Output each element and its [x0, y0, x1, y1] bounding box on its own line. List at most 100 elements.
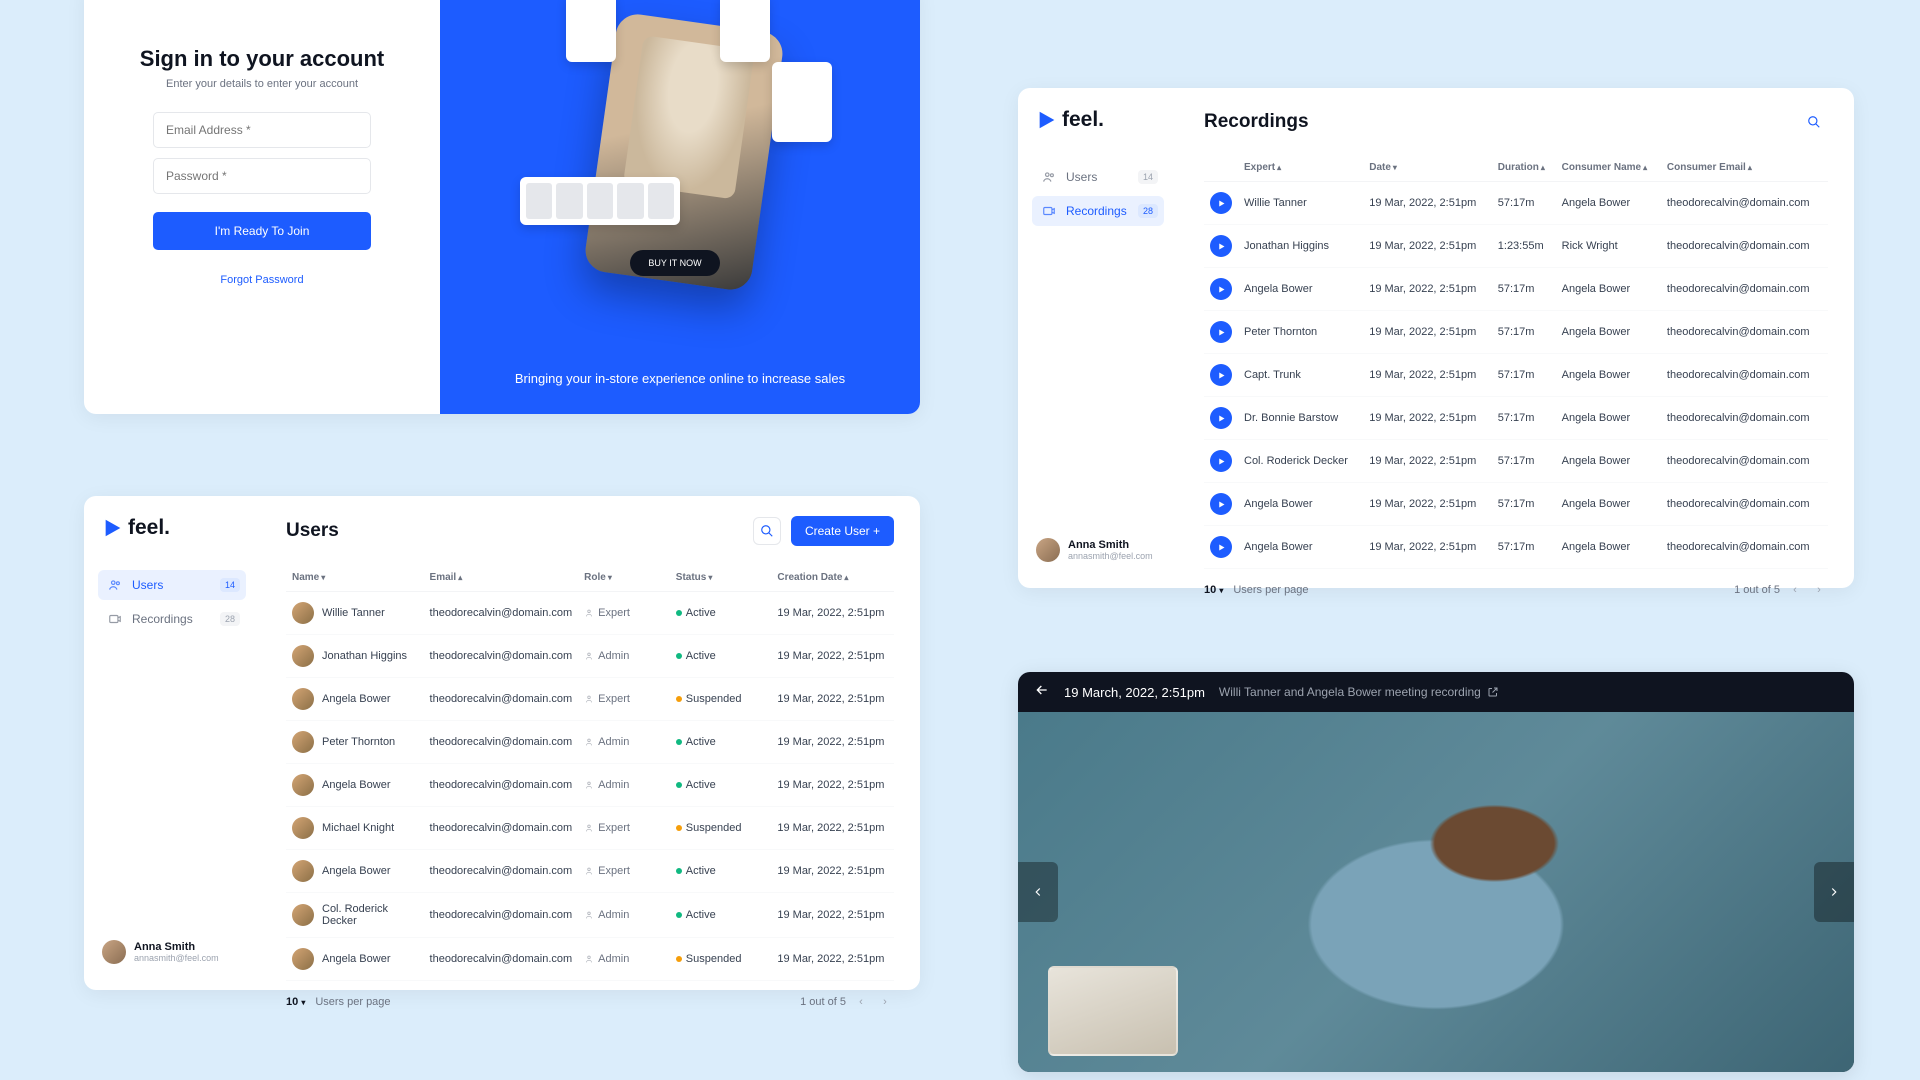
play-button[interactable] — [1210, 192, 1232, 214]
expert-cell: Willie Tanner — [1238, 182, 1363, 225]
table-row[interactable]: Angela Bower theodorecalvin@domain.com E… — [286, 678, 894, 721]
table-row[interactable]: Michael Knight theodorecalvin@domain.com… — [286, 807, 894, 850]
password-input[interactable] — [153, 158, 371, 194]
col-consumer-name[interactable]: Consumer Name▴ — [1556, 154, 1661, 182]
table-row[interactable]: Angela Bower theodorecalvin@domain.com E… — [286, 850, 894, 893]
consumer-cell: Angela Bower — [1556, 440, 1661, 483]
sidebar-item-users[interactable]: Users 14 — [98, 570, 246, 600]
role-cell: Expert — [584, 865, 664, 877]
play-icon — [1217, 371, 1226, 380]
video-content — [1143, 730, 1728, 1054]
play-button[interactable] — [1210, 407, 1232, 429]
consumer-email-cell: theodorecalvin@domain.com — [1661, 397, 1828, 440]
avatar — [292, 645, 314, 667]
external-link-icon[interactable] — [1487, 686, 1499, 698]
table-row[interactable]: Peter Thornton 19 Mar, 2022, 2:51pm 57:1… — [1204, 311, 1828, 354]
person-icon — [584, 651, 594, 661]
expert-cell: Angela Bower — [1238, 483, 1363, 526]
email-cell: theodorecalvin@domain.com — [424, 635, 579, 678]
avatar — [102, 940, 126, 964]
page-title: Recordings — [1204, 111, 1309, 133]
table-row[interactable]: Angela Bower 19 Mar, 2022, 2:51pm 57:17m… — [1204, 483, 1828, 526]
play-button[interactable] — [1210, 364, 1232, 386]
prev-page-button[interactable]: ‹ — [1786, 581, 1804, 599]
user-name-cell: Angela Bower — [322, 693, 391, 705]
next-page-button[interactable]: › — [876, 993, 894, 1011]
col-consumer-email[interactable]: Consumer Email▴ — [1661, 154, 1828, 182]
sidebar-item-recordings[interactable]: Recordings 28 — [98, 604, 246, 634]
signin-button[interactable]: I'm Ready To Join — [153, 212, 371, 250]
forgot-password-link[interactable]: Forgot Password — [220, 274, 303, 286]
search-button[interactable] — [1800, 108, 1828, 136]
play-button[interactable] — [1210, 278, 1232, 300]
video-area[interactable] — [1018, 712, 1854, 1072]
table-row[interactable]: Col. Roderick Decker theodorecalvin@doma… — [286, 893, 894, 938]
back-button[interactable] — [1034, 682, 1050, 703]
user-footer[interactable]: Anna Smith annasmith@feel.com — [1032, 532, 1164, 568]
person-icon — [584, 694, 594, 704]
consumer-email-cell: theodorecalvin@domain.com — [1661, 483, 1828, 526]
play-button[interactable] — [1210, 493, 1232, 515]
create-user-button[interactable]: Create User + — [791, 516, 894, 546]
table-row[interactable]: Willie Tanner 19 Mar, 2022, 2:51pm 57:17… — [1204, 182, 1828, 225]
sidebar-item-recordings[interactable]: Recordings 28 — [1032, 196, 1164, 226]
table-row[interactable]: Jonathan Higgins 19 Mar, 2022, 2:51pm 1:… — [1204, 225, 1828, 268]
date-cell: 19 Mar, 2022, 2:51pm — [771, 938, 894, 981]
users-card: feel. Users 14 Recordings 28 Anna Smith … — [84, 496, 920, 990]
date-cell: 19 Mar, 2022, 2:51pm — [771, 678, 894, 721]
play-button[interactable] — [1210, 450, 1232, 472]
search-button[interactable] — [753, 517, 781, 545]
sidebar-item-users[interactable]: Users 14 — [1032, 162, 1164, 192]
col-duration[interactable]: Duration▴ — [1492, 154, 1556, 182]
date-cell: 19 Mar, 2022, 2:51pm — [1363, 311, 1492, 354]
play-button[interactable] — [1210, 321, 1232, 343]
col-name[interactable]: Name▾ — [286, 564, 424, 592]
status-cell: Active — [670, 764, 772, 807]
role-cell: Expert — [584, 693, 664, 705]
col-role[interactable]: Role▾ — [578, 564, 670, 592]
col-date[interactable]: Date▾ — [1363, 154, 1492, 182]
col-status[interactable]: Status▾ — [670, 564, 772, 592]
signin-form: Sign in to your account Enter your detai… — [84, 0, 440, 414]
page-size-select[interactable]: 10 ▾ — [286, 996, 305, 1008]
col-email[interactable]: Email▴ — [424, 564, 579, 592]
prev-recording-button[interactable] — [1018, 862, 1058, 922]
table-row[interactable]: Col. Roderick Decker 19 Mar, 2022, 2:51p… — [1204, 440, 1828, 483]
buy-now-badge: BUY IT NOW — [630, 250, 720, 276]
table-row[interactable]: Angela Bower theodorecalvin@domain.com A… — [286, 764, 894, 807]
duration-cell: 57:17m — [1492, 354, 1556, 397]
status-cell: Active — [670, 592, 772, 635]
next-page-button[interactable]: › — [1810, 581, 1828, 599]
prev-page-button[interactable]: ‹ — [852, 993, 870, 1011]
role-cell: Admin — [584, 736, 664, 748]
picture-in-picture[interactable] — [1048, 966, 1178, 1056]
user-footer[interactable]: Anna Smith annasmith@feel.com — [98, 934, 246, 970]
signin-card: Sign in to your account Enter your detai… — [84, 0, 920, 414]
table-row[interactable]: Willie Tanner theodorecalvin@domain.com … — [286, 592, 894, 635]
recordings-icon — [1042, 204, 1056, 218]
table-row[interactable]: Peter Thornton theodorecalvin@domain.com… — [286, 721, 894, 764]
product-strip — [520, 177, 680, 225]
table-row[interactable]: Dr. Bonnie Barstow 19 Mar, 2022, 2:51pm … — [1204, 397, 1828, 440]
consumer-cell: Angela Bower — [1556, 268, 1661, 311]
user-email: annasmith@feel.com — [1068, 551, 1153, 561]
person-icon — [584, 780, 594, 790]
table-row[interactable]: Angela Bower theodorecalvin@domain.com A… — [286, 938, 894, 981]
col-creation-date[interactable]: Creation Date▴ — [771, 564, 894, 592]
recording-date: 19 March, 2022, 2:51pm — [1064, 685, 1205, 700]
next-recording-button[interactable] — [1814, 862, 1854, 922]
consumer-email-cell: theodorecalvin@domain.com — [1661, 311, 1828, 354]
play-button[interactable] — [1210, 235, 1232, 257]
col-expert[interactable]: Expert▴ — [1238, 154, 1363, 182]
table-row[interactable]: Jonathan Higgins theodorecalvin@domain.c… — [286, 635, 894, 678]
person-icon — [584, 823, 594, 833]
expert-cell: Capt. Trunk — [1238, 354, 1363, 397]
table-row[interactable]: Angela Bower 19 Mar, 2022, 2:51pm 57:17m… — [1204, 526, 1828, 569]
user-name-cell: Peter Thornton — [322, 736, 395, 748]
table-row[interactable]: Angela Bower 19 Mar, 2022, 2:51pm 57:17m… — [1204, 268, 1828, 311]
play-button[interactable] — [1210, 536, 1232, 558]
page-size-select[interactable]: 10 ▾ — [1204, 584, 1223, 596]
email-input[interactable] — [153, 112, 371, 148]
avatar — [292, 688, 314, 710]
table-row[interactable]: Capt. Trunk 19 Mar, 2022, 2:51pm 57:17m … — [1204, 354, 1828, 397]
